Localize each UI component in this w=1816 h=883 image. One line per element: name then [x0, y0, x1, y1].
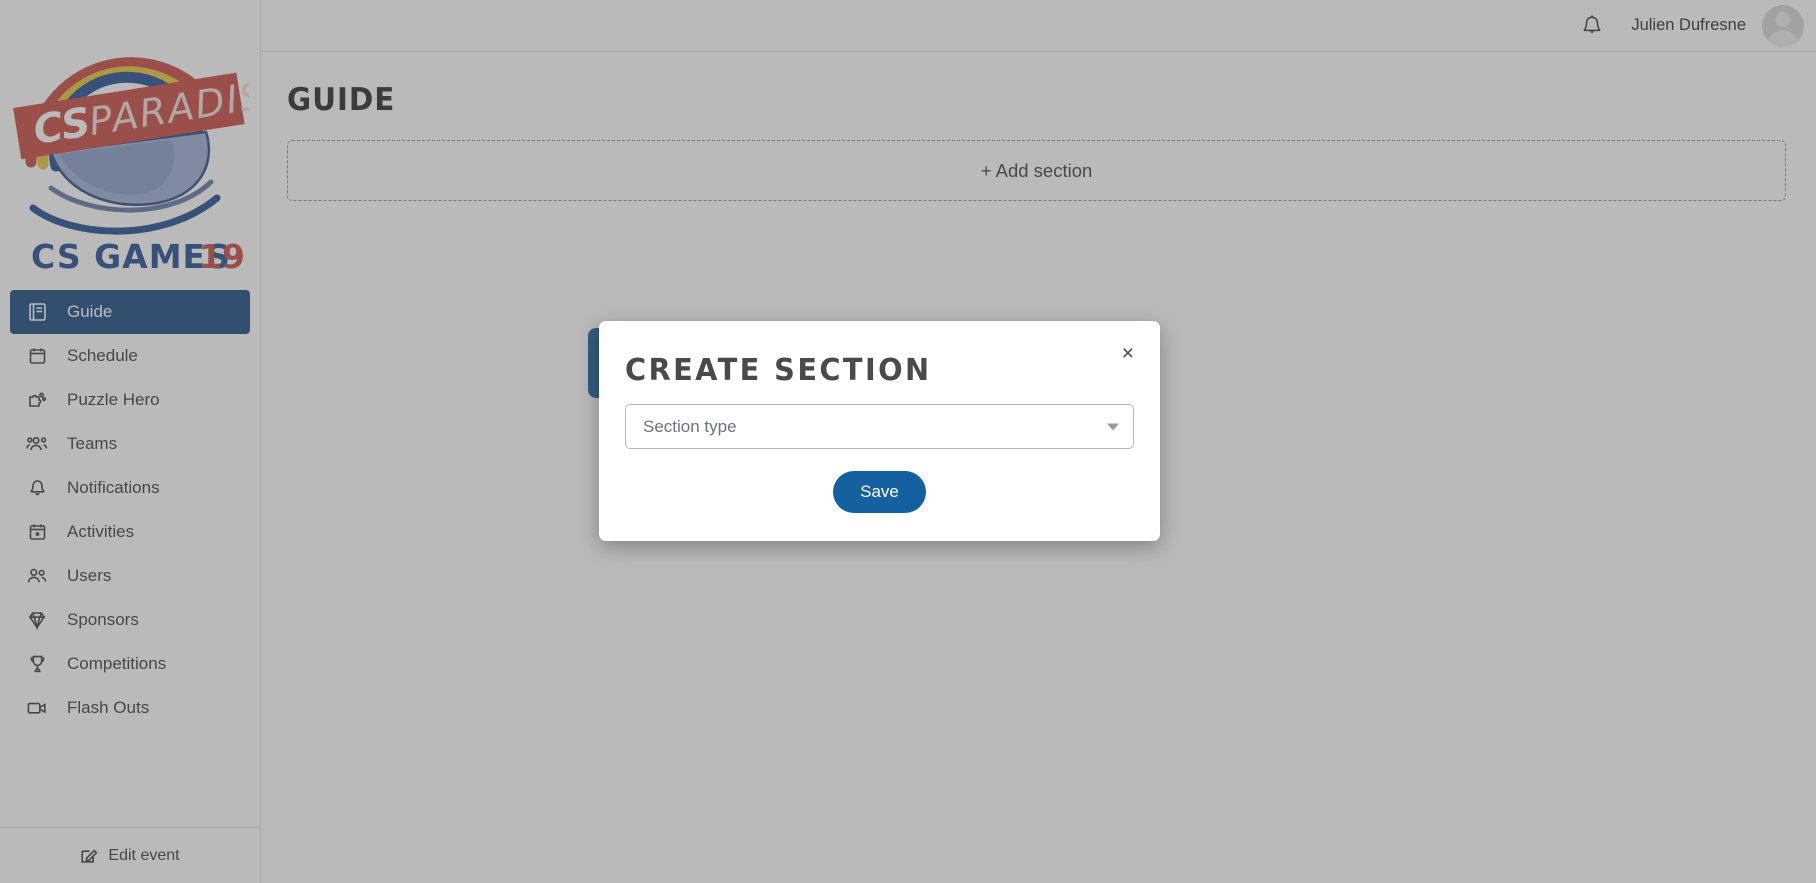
modal-actions: Save: [625, 471, 1134, 513]
chevron-down-icon: [1107, 423, 1119, 430]
modal-title: CREATE SECTION: [625, 353, 932, 388]
app-root: GUIDE + Add section Julien Dufresne CS P…: [0, 0, 1816, 883]
section-type-select[interactable]: Section type: [625, 404, 1134, 449]
close-icon[interactable]: ×: [1122, 343, 1134, 364]
save-button[interactable]: Save: [833, 471, 926, 513]
create-section-modal: × CREATE SECTION Section type Save: [599, 321, 1160, 541]
section-type-placeholder: Section type: [643, 416, 737, 436]
